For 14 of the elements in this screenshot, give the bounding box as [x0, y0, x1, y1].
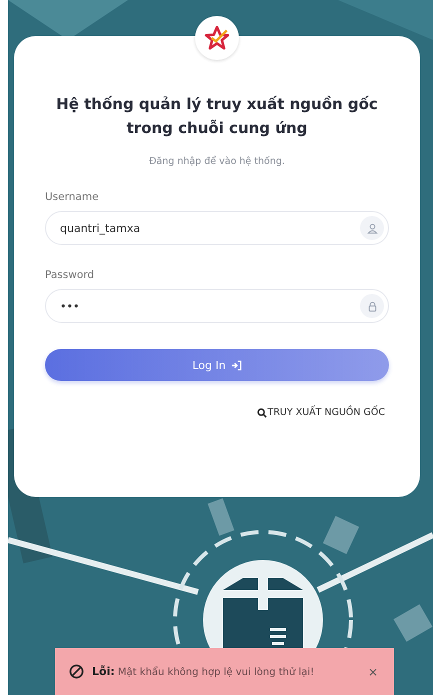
lock-icon [366, 300, 378, 312]
login-title: Hệ thống quản lý truy xuất nguồn gốc trong chuỗi cung ứng [55, 94, 379, 139]
login-subtitle: Đăng nhập để vào hệ thống. [148, 156, 286, 167]
error-message: Lỗi: Mật khẩu không hợp lệ vui lòng thử lại! [92, 665, 316, 678]
user-icon [366, 222, 378, 234]
input-field[interactable]: ••• [45, 289, 389, 323]
sign-in-icon [230, 360, 242, 370]
field-label: Password [45, 269, 96, 281]
input-field[interactable]: quantri_tamxa [45, 211, 389, 245]
trace-origin-link[interactable]: TRUY XUẤT NGUỒN GỐC [268, 407, 385, 418]
field-label: Username [45, 191, 100, 203]
search-icon [256, 408, 267, 418]
close-button[interactable]: × [366, 664, 380, 678]
prohibited-icon [69, 664, 84, 679]
